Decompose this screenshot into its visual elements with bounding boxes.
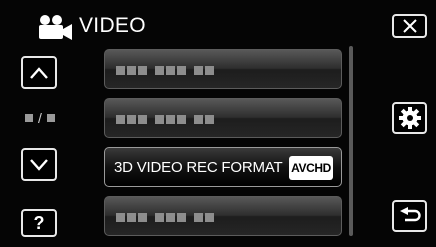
close-button[interactable] bbox=[392, 14, 427, 38]
current-page-mark bbox=[25, 114, 33, 122]
placeholder-text bbox=[116, 66, 219, 75]
scroll-down-button[interactable] bbox=[21, 148, 57, 181]
menu-item-3d-video-rec-format[interactable]: 3D VIDEO REC FORMAT AVCHD bbox=[104, 147, 342, 187]
scroll-up-button[interactable] bbox=[21, 56, 57, 89]
screen-title: VIDEO bbox=[79, 14, 146, 37]
scrollbar[interactable] bbox=[349, 46, 353, 236]
current-value-badge: AVCHD bbox=[289, 156, 333, 180]
page-indicator: / bbox=[25, 111, 55, 125]
gear-icon bbox=[398, 107, 421, 129]
settings-button[interactable] bbox=[392, 102, 427, 134]
help-button[interactable]: ? bbox=[21, 209, 57, 237]
placeholder-text bbox=[116, 213, 219, 222]
total-pages-mark bbox=[46, 114, 55, 122]
return-icon bbox=[399, 207, 421, 222]
chevron-down-icon bbox=[30, 158, 48, 171]
menu-item-2[interactable] bbox=[104, 98, 342, 138]
placeholder-text bbox=[116, 115, 219, 124]
help-label: ? bbox=[33, 212, 45, 233]
chevron-up-icon bbox=[30, 66, 48, 79]
menu-item-4[interactable] bbox=[104, 196, 342, 236]
menu-item-label: 3D VIDEO REC FORMAT bbox=[114, 159, 283, 176]
back-button[interactable] bbox=[392, 200, 427, 232]
close-icon bbox=[402, 19, 417, 33]
video-camera-icon bbox=[39, 15, 72, 40]
menu-item-1[interactable] bbox=[104, 49, 342, 89]
page-separator: / bbox=[38, 110, 42, 126]
